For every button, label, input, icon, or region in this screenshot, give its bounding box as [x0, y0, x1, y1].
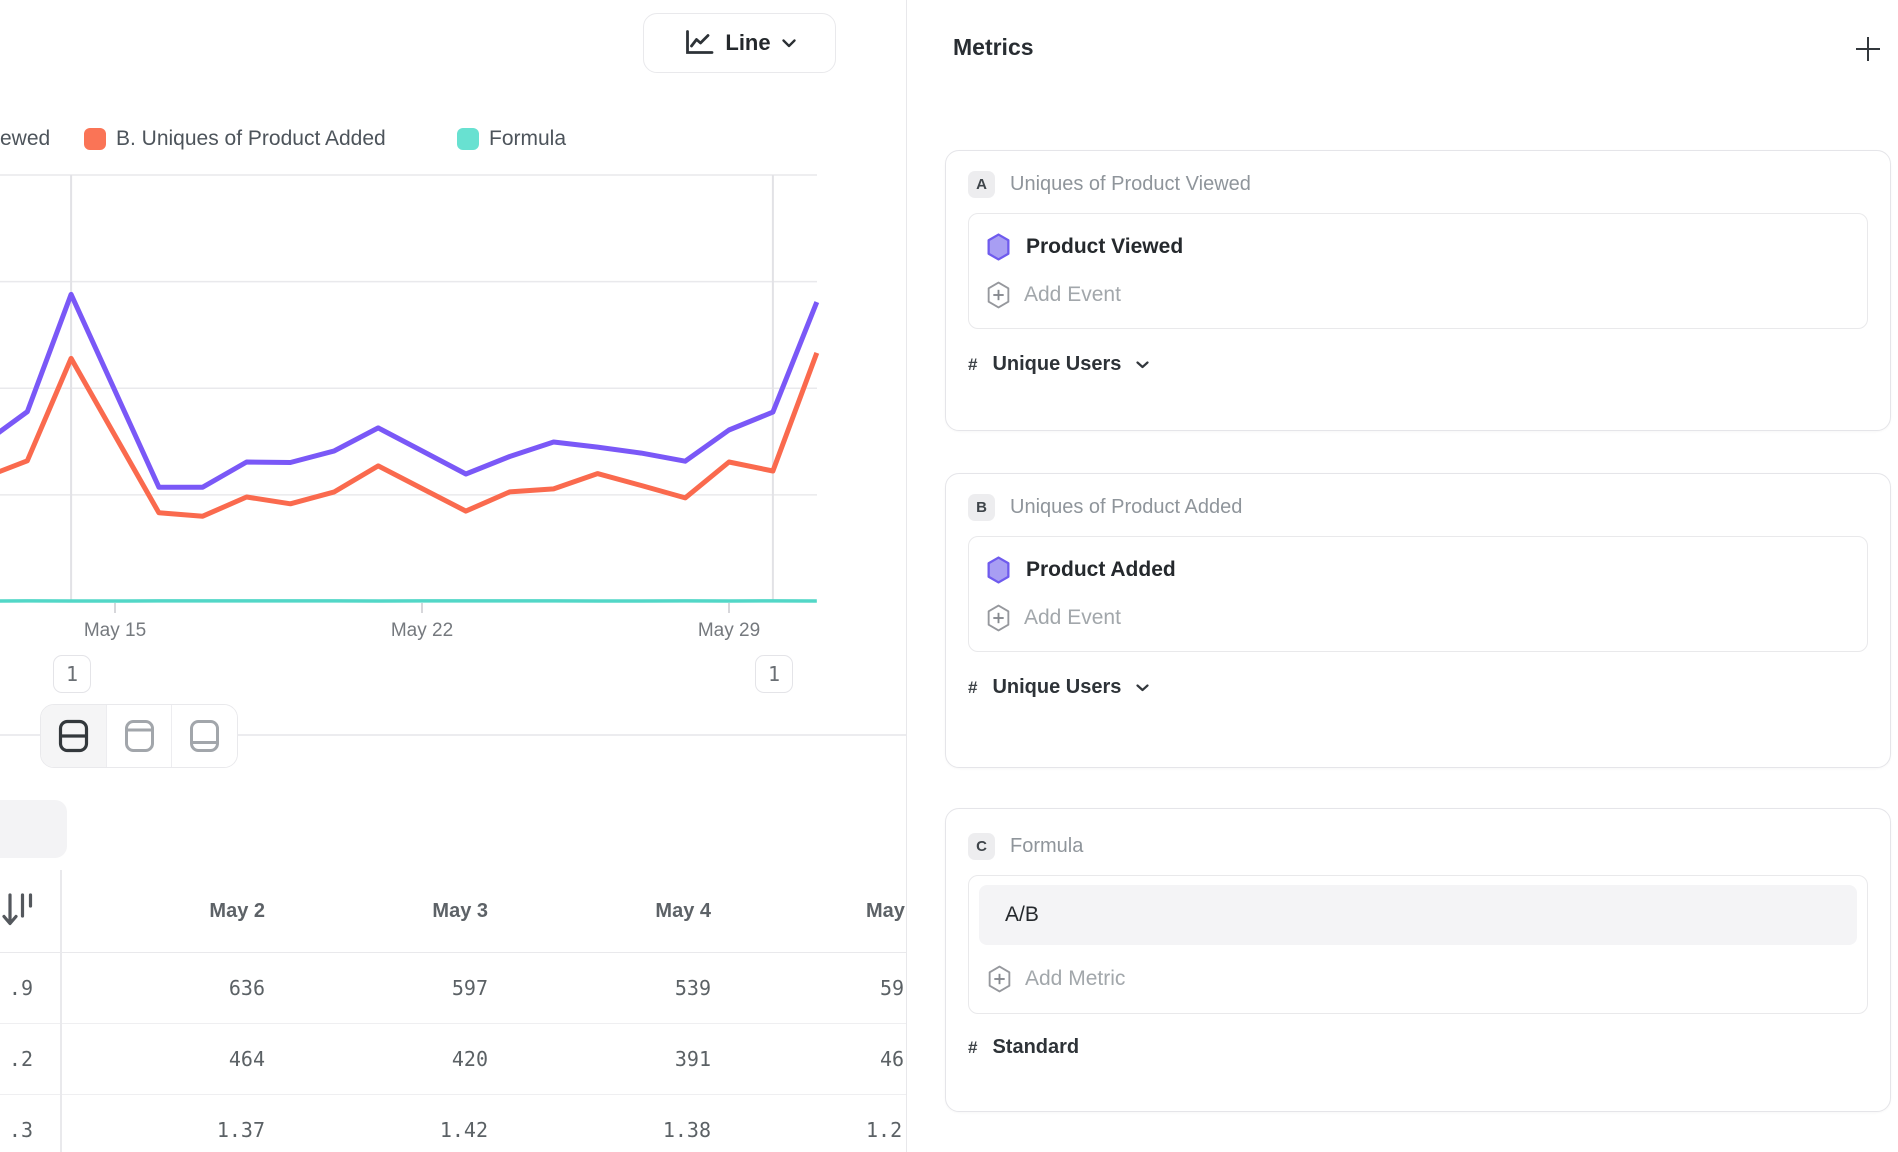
row-frozen-value: .2 [0, 1024, 61, 1094]
annotation-badge[interactable]: 1 [755, 655, 793, 693]
add-event-label: Add Event [1024, 283, 1121, 307]
table-cell: 464 [61, 1024, 284, 1094]
measure-label: Unique Users [992, 676, 1121, 699]
metric-card-a: A Uniques of Product Viewed Product View… [945, 150, 1891, 431]
events-box: Product Added Add Event [968, 536, 1868, 652]
table-cell: 1.42 [284, 1095, 507, 1152]
metric-card-c: C Formula A/B Add Metric # Standard [945, 808, 1891, 1112]
event-row-product-added[interactable]: Product Added [987, 552, 1849, 588]
metric-card-header: C Formula [968, 833, 1868, 860]
row-frozen-value: .3 [0, 1095, 61, 1152]
layout-table-top-button[interactable] [106, 705, 172, 767]
x-axis-label: May 15 [55, 620, 175, 642]
formula-input[interactable]: A/B [979, 885, 1857, 945]
add-event-button[interactable]: Add Event [987, 600, 1849, 636]
measure-label: Unique Users [992, 353, 1121, 376]
table-row: .9 636 597 539 59 [0, 953, 906, 1024]
table-cell: 1.37 [61, 1095, 284, 1152]
frozen-column-divider [60, 870, 62, 1152]
line-chart [0, 0, 906, 660]
metric-letter-badge: A [968, 171, 995, 198]
add-event-hexagon-icon [987, 281, 1010, 309]
breakdown-table: May 2 May 3 May 4 May .9 636 597 539 59 … [0, 870, 906, 1152]
event-hexagon-icon [987, 556, 1010, 584]
annotation-badge[interactable]: 1 [53, 655, 91, 693]
table-row: .2 464 420 391 46 [0, 1024, 906, 1095]
table-cell: 1.38 [507, 1095, 730, 1152]
metric-card-title: Formula [1010, 835, 1083, 858]
x-axis-label: May 29 [669, 620, 789, 642]
hash-icon: # [968, 1038, 977, 1058]
formula-box: A/B Add Metric [968, 875, 1868, 1014]
event-row-product-viewed[interactable]: Product Viewed [987, 229, 1849, 265]
table-cell: 539 [507, 953, 730, 1023]
metric-card-b: B Uniques of Product Added Product Added [945, 473, 1891, 768]
chevron-down-icon [1136, 361, 1149, 369]
insights-report-screen: Line ewed B. Uniques of Product Added Fo… [0, 0, 1898, 1152]
table-cell: 420 [284, 1024, 507, 1094]
table-cell: 597 [284, 953, 507, 1023]
metric-letter-badge: C [968, 833, 995, 860]
measure-dropdown[interactable]: # Unique Users [968, 353, 1868, 376]
row-frozen-value: .9 [0, 953, 61, 1023]
chevron-down-icon [1136, 684, 1149, 692]
column-header[interactable]: May 2 [61, 870, 284, 952]
measure-dropdown[interactable]: # Unique Users [968, 676, 1868, 699]
event-hexagon-icon [987, 233, 1010, 261]
table-sort-header[interactable] [0, 870, 61, 952]
add-event-label: Add Event [1024, 606, 1121, 630]
table-cell: 391 [507, 1024, 730, 1094]
x-axis-label: May 22 [362, 620, 482, 642]
add-metric-plus-button[interactable] [1853, 34, 1883, 64]
table-cell: 46 [730, 1024, 906, 1094]
table-bottom-layout-icon [189, 719, 220, 753]
event-name: Product Added [1026, 558, 1176, 582]
table-cell: 636 [61, 953, 284, 1023]
add-event-button[interactable]: Add Event [987, 277, 1849, 313]
hash-icon: # [968, 678, 977, 698]
add-metric-button[interactable]: Add Metric [988, 961, 1857, 997]
events-box: Product Viewed Add Event [968, 213, 1868, 329]
chart-pane: Line ewed B. Uniques of Product Added Fo… [0, 0, 906, 1152]
plus-icon [1854, 35, 1882, 63]
measure-standard[interactable]: # Standard [968, 1036, 1868, 1059]
table-row: .3 1.37 1.42 1.38 1.2 [0, 1095, 906, 1152]
hash-icon: # [968, 355, 977, 375]
metric-card-title: Uniques of Product Added [1010, 496, 1242, 519]
table-top-layout-icon [124, 719, 155, 753]
metric-card-title: Uniques of Product Viewed [1010, 173, 1251, 196]
metric-letter-badge: B [968, 494, 995, 521]
metric-card-header: A Uniques of Product Viewed [968, 171, 1868, 198]
event-name: Product Viewed [1026, 235, 1183, 259]
table-cell: 1.2 [730, 1095, 906, 1152]
column-header[interactable]: May 3 [284, 870, 507, 952]
left-edge-tab[interactable] [0, 800, 67, 858]
layout-toggle-group [40, 704, 238, 768]
table-cell: 59 [730, 953, 906, 1023]
table-header-row: May 2 May 3 May 4 May [0, 870, 906, 953]
layout-table-bottom-button[interactable] [171, 705, 237, 767]
metrics-panel-title: Metrics [953, 34, 1034, 61]
metrics-panel: Metrics A Uniques of Product Viewed Prod… [906, 0, 1898, 1152]
split-chart-table-icon [58, 719, 89, 753]
layout-split-chart-table-button[interactable] [41, 705, 106, 767]
add-event-hexagon-icon [987, 604, 1010, 632]
add-metric-label: Add Metric [1025, 967, 1125, 991]
column-header[interactable]: May [730, 870, 906, 952]
sort-descending-icon[interactable] [1, 892, 37, 930]
column-header[interactable]: May 4 [507, 870, 730, 952]
add-metric-hexagon-icon [988, 965, 1011, 993]
measure-label: Standard [992, 1036, 1079, 1059]
metric-card-header: B Uniques of Product Added [968, 494, 1868, 521]
